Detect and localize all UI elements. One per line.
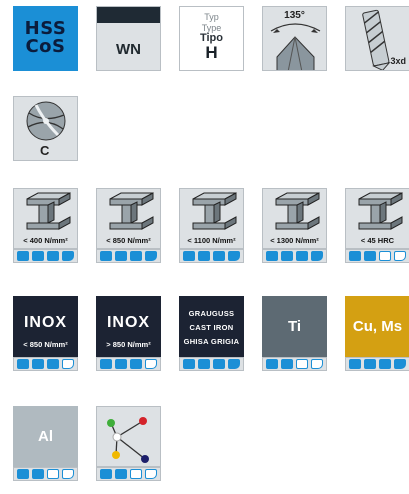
material-tile-inox-high: INOX > 850 N/mm² xyxy=(96,296,161,373)
suitability-bars xyxy=(262,357,327,371)
material-name: INOX xyxy=(106,314,151,331)
drill-cross-section-icon xyxy=(26,101,66,141)
type-value: H xyxy=(205,43,218,62)
suitability-bars xyxy=(345,249,409,263)
suitability-bars xyxy=(13,249,78,263)
strength-tile-1100: < 1100 N/mm² xyxy=(179,188,244,265)
cutting-type-badge: C xyxy=(13,96,78,161)
wn-badge: WN xyxy=(96,6,161,71)
angle-label: 135° xyxy=(284,10,305,21)
type-it: Tipo xyxy=(199,32,223,44)
suitability-bars xyxy=(13,357,78,371)
strength-label: < 850 N/mm² xyxy=(106,236,151,245)
suitability-bars xyxy=(179,249,244,263)
material-name-en: CAST IRON xyxy=(189,323,234,332)
strength-tile-400: < 400 N/mm² xyxy=(13,188,78,265)
material-line-2: CoS xyxy=(25,36,66,57)
steel-beam-icon xyxy=(109,192,154,230)
depth-label: 3xd xyxy=(390,56,406,66)
suitability-bars xyxy=(262,249,327,263)
material-sub: > 850 N/mm² xyxy=(106,340,151,349)
material-name-de: GRAUGUSS xyxy=(188,309,235,318)
material-tile-inox-low: INOX < 850 N/mm² xyxy=(13,296,78,373)
suitability-bars xyxy=(96,357,161,371)
material-tile-titanium: Ti xyxy=(262,296,327,373)
suitability-bars xyxy=(96,249,161,263)
steel-beam-icon xyxy=(26,192,71,230)
suitability-bars xyxy=(179,357,244,371)
strength-label: < 1100 N/mm² xyxy=(187,236,236,245)
suitability-bars xyxy=(13,467,78,481)
material-name: Ti xyxy=(287,318,302,335)
material-sub: < 850 N/mm² xyxy=(23,340,68,349)
material-name-it: GHISA GRIGIA xyxy=(183,337,240,346)
suitability-bars xyxy=(345,357,409,371)
plastics-icon xyxy=(107,417,149,463)
steel-beam-icon xyxy=(275,192,320,230)
strength-label: < 1300 N/mm² xyxy=(270,236,319,245)
strength-tile-1300: < 1300 N/mm² xyxy=(262,188,327,265)
type-badge: Typ Type Tipo H xyxy=(179,6,244,71)
material-tile-cast-iron: GRAUGUSS CAST IRON GHISA GRIGIA xyxy=(179,296,244,373)
hss-cos-badge: HSS CoS xyxy=(13,6,78,71)
material-tile-aluminium: Al xyxy=(13,406,78,483)
wn-band xyxy=(97,7,160,23)
strength-label: < 400 N/mm² xyxy=(23,236,68,245)
type-de: Typ xyxy=(204,12,219,22)
cutting-label: C xyxy=(40,143,50,158)
depth-badge: 3xd xyxy=(345,6,409,71)
steel-beam-icon xyxy=(192,192,237,230)
material-tile-copper-brass: Cu, Ms xyxy=(345,296,409,373)
material-tile-plastics xyxy=(96,406,161,483)
suitability-bars xyxy=(96,467,161,481)
wn-label: WN xyxy=(116,41,141,58)
material-name: Al xyxy=(38,428,53,445)
strength-tile-850: < 850 N/mm² xyxy=(96,188,161,265)
strength-label: < 45 HRC xyxy=(360,236,395,245)
point-angle-badge: 135° xyxy=(262,6,327,71)
material-name: Cu, Ms xyxy=(352,318,403,335)
steel-beam-icon xyxy=(358,192,403,230)
material-name: INOX xyxy=(23,314,68,331)
strength-tile-45hrc: < 45 HRC xyxy=(345,188,409,265)
